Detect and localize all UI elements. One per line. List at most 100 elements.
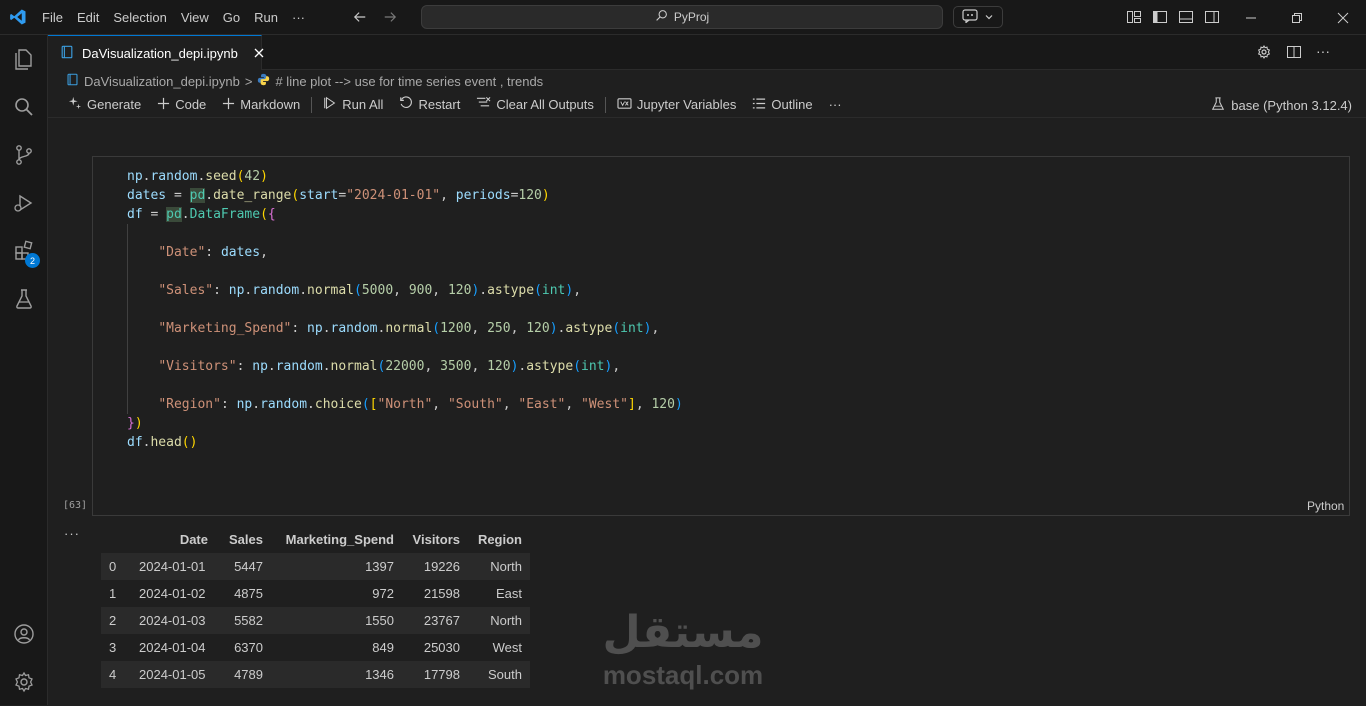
menu-edit[interactable]: Edit bbox=[70, 0, 106, 35]
menu-view[interactable]: View bbox=[174, 0, 216, 35]
kernel-picker[interactable]: base (Python 3.12.4) bbox=[1211, 92, 1352, 118]
explorer-icon[interactable] bbox=[0, 35, 48, 83]
jupyter-variables-button[interactable]: Jupyter Variables bbox=[609, 92, 744, 118]
notebook-file-icon bbox=[66, 73, 79, 89]
menu-run[interactable]: Run bbox=[247, 0, 285, 35]
toggle-secondary-sidebar-icon[interactable] bbox=[1204, 9, 1220, 28]
cell-date: 2024-01-01 bbox=[131, 553, 216, 580]
breadcrumb-cell[interactable]: # line plot --> use for time series even… bbox=[275, 74, 543, 89]
cell-region: South bbox=[468, 661, 530, 688]
cell-marketing-spend: 849 bbox=[372, 640, 394, 655]
breadcrumb-file[interactable]: DaVisualization_depi.ipynb bbox=[84, 74, 240, 89]
outline-button[interactable]: Outline bbox=[744, 92, 820, 118]
kernel-icon bbox=[1211, 96, 1225, 114]
run-all-icon bbox=[323, 96, 337, 113]
notebook-file-icon bbox=[60, 45, 74, 62]
breadcrumb-separator: > bbox=[244, 73, 253, 89]
cell-date: 2024-01-03 bbox=[131, 607, 216, 634]
row-index: 3 bbox=[109, 640, 117, 655]
variables-icon bbox=[617, 97, 632, 113]
cell-region: North bbox=[468, 553, 530, 580]
sparkle-icon bbox=[68, 96, 82, 113]
run-debug-icon[interactable] bbox=[0, 179, 48, 227]
output-actions-button[interactable]: ··· bbox=[64, 526, 80, 541]
code-line-2: dates = pd.date_range(start="2024-01-01"… bbox=[127, 188, 550, 203]
split-editor-icon[interactable] bbox=[1286, 44, 1302, 63]
cell-marketing-spend: 1397 bbox=[271, 553, 402, 580]
more-toolbar-button[interactable]: ··· bbox=[821, 92, 850, 118]
add-markdown-cell-button[interactable]: Markdown bbox=[214, 92, 308, 118]
cell-language-button[interactable]: Python bbox=[1307, 499, 1344, 513]
table-row: 1 2024-01-02 4875 972 21598 East bbox=[101, 580, 530, 607]
source-control-icon[interactable] bbox=[0, 131, 48, 179]
more-actions-icon[interactable]: ··· bbox=[1316, 44, 1330, 63]
close-icon[interactable] bbox=[254, 45, 264, 61]
title-bar: File Edit Selection View Go Run ··· PyPr… bbox=[0, 0, 1366, 35]
code-line-3: df = pd.DataFrame({ bbox=[127, 207, 276, 222]
row-index: 0 bbox=[101, 553, 131, 580]
code-cell[interactable]: np.random.seed(42) dates = pd.date_range… bbox=[92, 156, 1350, 516]
execution-count: [63] bbox=[63, 500, 88, 511]
menu-more[interactable]: ··· bbox=[285, 0, 312, 35]
generate-label: Generate bbox=[87, 97, 142, 112]
cell-sales: 5447 bbox=[216, 553, 271, 580]
chevron-down-icon bbox=[984, 10, 994, 25]
menu-selection[interactable]: Selection bbox=[106, 0, 173, 35]
generate-button[interactable]: Generate bbox=[60, 92, 149, 118]
menu-go[interactable]: Go bbox=[216, 0, 247, 35]
cell-sales: 4875 bbox=[234, 586, 263, 601]
clear-all-icon bbox=[476, 96, 491, 113]
kernel-label: base (Python 3.12.4) bbox=[1231, 97, 1352, 113]
accounts-icon[interactable] bbox=[0, 610, 48, 658]
outline-list-icon bbox=[752, 97, 766, 113]
testing-flask-icon[interactable] bbox=[0, 275, 48, 323]
minimize-icon[interactable] bbox=[1228, 0, 1274, 35]
copilot-chat-button[interactable] bbox=[953, 6, 1003, 28]
plus-icon bbox=[222, 97, 235, 113]
watermark-arabic-text: مستقل bbox=[602, 607, 764, 658]
code-editor[interactable]: np.random.seed(42) dates = pd.date_range… bbox=[127, 167, 683, 452]
cell-marketing-spend: 1346 bbox=[271, 661, 402, 688]
extensions-icon[interactable]: 2 bbox=[0, 227, 48, 275]
command-center-label: PyProj bbox=[673, 10, 710, 24]
cell-region: North bbox=[468, 607, 530, 634]
forward-arrow-icon[interactable] bbox=[382, 9, 398, 25]
code-line-13: "Region": np.random.choice(["North", "So… bbox=[158, 397, 683, 412]
restart-button[interactable]: Restart bbox=[391, 92, 468, 118]
run-all-button[interactable]: Run All bbox=[315, 92, 391, 118]
toggle-primary-sidebar-icon[interactable] bbox=[1152, 9, 1168, 28]
indent-guide bbox=[127, 224, 128, 414]
copilot-icon bbox=[962, 8, 978, 26]
dataframe-output-table: Date Sales Marketing_Spend Visitors Regi… bbox=[101, 526, 530, 688]
cell-visitors: 25030 bbox=[423, 640, 460, 655]
cell-date: 2024-01-02 bbox=[139, 586, 206, 601]
command-center-search[interactable]: PyProj bbox=[421, 5, 943, 29]
row-index: 2 bbox=[101, 607, 131, 634]
extensions-badge: 2 bbox=[25, 253, 40, 268]
activity-bar: 2 bbox=[0, 35, 48, 705]
column-header: Marketing_Spend bbox=[271, 526, 402, 553]
customize-layout-icon[interactable] bbox=[1126, 9, 1142, 28]
search-icon[interactable] bbox=[0, 83, 48, 131]
menu-file[interactable]: File bbox=[35, 0, 70, 35]
restore-icon[interactable] bbox=[1274, 0, 1320, 35]
settings-gear-icon[interactable] bbox=[1256, 44, 1272, 63]
plus-icon bbox=[157, 97, 170, 113]
code-line-14: }) bbox=[127, 416, 143, 431]
table-row: 0 2024-01-01 5447 1397 19226 North bbox=[101, 553, 530, 580]
cell-marketing-spend: 972 bbox=[372, 586, 394, 601]
row-index: 4 bbox=[101, 661, 131, 688]
outline-label: Outline bbox=[771, 97, 813, 112]
clear-all-outputs-button[interactable]: Clear All Outputs bbox=[468, 92, 602, 118]
code-line-7: "Sales": np.random.normal(5000, 900, 120… bbox=[158, 283, 582, 298]
close-window-icon[interactable] bbox=[1320, 0, 1366, 35]
breadcrumb: DaVisualization_depi.ipynb > # line plot… bbox=[48, 70, 1366, 92]
add-code-cell-button[interactable]: Code bbox=[149, 92, 214, 118]
toolbar-divider bbox=[311, 96, 313, 113]
back-arrow-icon[interactable] bbox=[352, 9, 368, 25]
restart-icon bbox=[399, 96, 413, 113]
manage-gear-icon[interactable] bbox=[0, 658, 48, 706]
tab-notebook[interactable]: DaVisualization_depi.ipynb bbox=[48, 35, 264, 70]
cell-sales: 4789 bbox=[216, 661, 271, 688]
toggle-panel-icon[interactable] bbox=[1178, 9, 1194, 28]
